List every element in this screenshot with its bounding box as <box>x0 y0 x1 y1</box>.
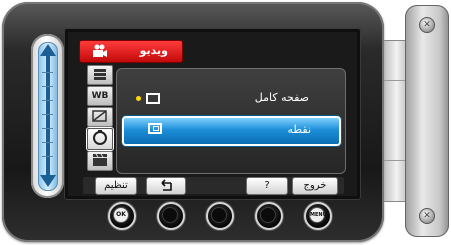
focus-icon[interactable] <box>87 128 113 150</box>
option-label: نقطه <box>287 123 311 136</box>
stack-icon[interactable] <box>87 65 113 85</box>
ok-button[interactable]: OK <box>108 202 136 230</box>
option-spot[interactable]: نقطه <box>122 116 341 146</box>
ok-label: OK <box>113 207 129 223</box>
slider-tick <box>42 156 53 157</box>
exit-button[interactable]: خروج <box>292 177 338 195</box>
slider-tick <box>42 142 53 143</box>
round-button[interactable] <box>255 202 283 230</box>
round-button[interactable] <box>206 202 234 230</box>
help-button[interactable]: ? <box>246 177 288 195</box>
current-setting-indicator <box>136 96 141 101</box>
menu-label: MENU <box>309 207 327 223</box>
option-label: صفحه کامل <box>254 91 309 104</box>
slider-tick <box>42 100 53 101</box>
full-screen-metering-icon <box>146 93 160 104</box>
slider-tick <box>42 114 53 115</box>
back-button[interactable] <box>146 177 186 195</box>
spot-metering-icon <box>148 123 162 134</box>
menu-button[interactable]: MENU <box>304 202 332 230</box>
scene-icon[interactable] <box>87 107 113 127</box>
camera-flap <box>405 5 449 237</box>
screw-icon <box>419 17 435 33</box>
slider-tick <box>42 72 53 73</box>
slider-tick <box>42 86 53 87</box>
clapper-icon[interactable] <box>87 151 113 171</box>
video-camera-icon <box>92 44 108 58</box>
round-button[interactable] <box>157 202 185 230</box>
settings-button[interactable]: تنظیم <box>95 177 137 195</box>
white-balance-label: WB <box>91 91 109 101</box>
white-balance-icon[interactable]: WB <box>87 86 113 106</box>
screw-icon <box>419 208 435 224</box>
return-arrow-icon <box>161 179 172 191</box>
slider-tick <box>42 128 53 129</box>
option-full-screen[interactable]: صفحه کامل <box>122 86 337 112</box>
up-down-arrow-icon <box>40 44 56 187</box>
menu-title: ويديو <box>139 44 168 57</box>
camera-screen: ويديو WB صفحه کامل نقطه تنظیم ? خروج OK <box>0 0 451 245</box>
menu-title-tab: ويديو <box>79 40 183 63</box>
